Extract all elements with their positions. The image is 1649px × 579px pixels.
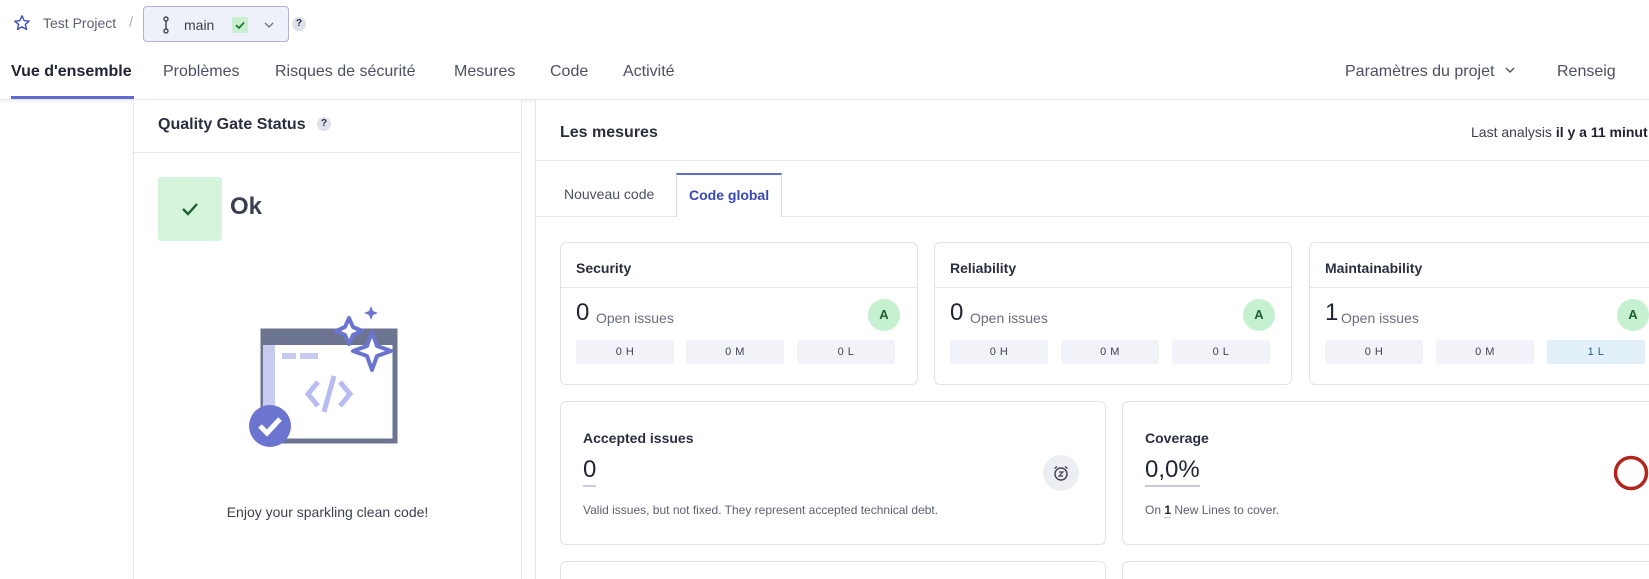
check-icon <box>182 203 198 216</box>
tab-overview[interactable]: Vue d'ensemble <box>11 63 132 81</box>
card-title: Maintainability <box>1325 260 1423 276</box>
branch-selector[interactable]: main <box>143 6 289 42</box>
project-name-link[interactable]: Test Project <box>43 15 116 31</box>
severity-medium[interactable]: 0 M <box>1436 340 1534 364</box>
project-settings-menu[interactable]: Paramètres du projet <box>1345 63 1517 81</box>
severity-medium[interactable]: 0 M <box>686 340 784 364</box>
quality-gate-message: Enjoy your sparkling clean code! <box>226 504 429 520</box>
project-nav: Vue d'ensemble Problèmes Risques de sécu… <box>0 46 1649 100</box>
card-title: Security <box>576 260 632 276</box>
help-icon[interactable]: ? <box>292 17 306 31</box>
divider <box>134 152 521 153</box>
severity-high[interactable]: 0 H <box>576 340 674 364</box>
severity-low[interactable]: 0 L <box>1172 340 1270 364</box>
measures-panel: Les mesures Last analysis il y a 11 minu… <box>535 100 1649 579</box>
card-title: Reliability <box>950 260 1017 276</box>
measures-title: Les mesures <box>560 124 658 141</box>
tab-security-hotspots[interactable]: Risques de sécurité <box>275 63 416 81</box>
quality-gate-title: Quality Gate Status <box>158 116 306 133</box>
tab-code[interactable]: Code <box>550 63 588 81</box>
coverage-description: On 1 New Lines to cover. <box>1145 503 1280 518</box>
tab-new-code[interactable]: Nouveau code <box>564 186 654 202</box>
clock-icon <box>1043 455 1079 491</box>
top-bar: Test Project / main ? <box>0 0 1649 46</box>
open-issues-count[interactable]: 0 <box>576 299 589 327</box>
coverage-ring-icon <box>1613 455 1649 491</box>
quality-gate-status-text: Ok <box>230 193 263 220</box>
open-issues-label: Open issues <box>596 310 674 326</box>
coverage-desc-prefix: On <box>1145 503 1162 517</box>
last-analysis-value: il y a 11 minut <box>1555 124 1648 140</box>
project-settings-label: Paramètres du projet <box>1345 63 1495 80</box>
star-icon[interactable] <box>13 14 31 32</box>
clean-code-illustration <box>249 306 398 447</box>
severity-low[interactable]: 0 L <box>797 340 895 364</box>
open-issues-label: Open issues <box>1341 310 1419 326</box>
severity-high[interactable]: 0 H <box>1325 340 1423 364</box>
tab-overall-code-label: Code global <box>689 187 770 203</box>
card-title: Coverage <box>1145 430 1209 446</box>
security-hotspots-card[interactable] <box>1122 561 1649 579</box>
divider <box>935 287 1291 288</box>
security-card[interactable]: Security 0 Open issues A 0 H 0 M 0 L <box>560 242 918 385</box>
check-icon <box>235 21 245 30</box>
rating-badge[interactable]: A <box>868 299 900 331</box>
tab-issues[interactable]: Problèmes <box>163 63 239 81</box>
reliability-card[interactable]: Reliability 0 Open issues A 0 H 0 M 0 L <box>934 242 1292 385</box>
accepted-issues-description: Valid issues, but not fixed. They repres… <box>583 503 939 517</box>
chevron-down-icon <box>1505 67 1515 73</box>
tab-overall-code[interactable]: Code global <box>676 173 782 217</box>
coverage-lines-count[interactable]: 1 <box>1164 503 1172 518</box>
divider <box>561 287 917 288</box>
coverage-card[interactable]: Coverage 0,0% On 1 New Lines to cover. <box>1122 401 1649 545</box>
card-title: Accepted issues <box>583 430 694 446</box>
help-icon[interactable]: ? <box>317 117 331 131</box>
divider <box>1310 287 1649 288</box>
branch-status-badge <box>232 17 248 33</box>
open-issues-label: Open issues <box>970 310 1048 326</box>
rating-badge[interactable]: A <box>1617 299 1649 331</box>
quality-gate-status-badge <box>158 177 222 241</box>
active-tab-indicator <box>11 96 134 99</box>
rating-badge[interactable]: A <box>1243 299 1275 331</box>
last-analysis-label: Last analysis <box>1471 124 1552 140</box>
branch-name: main <box>184 17 215 33</box>
breadcrumb-separator: / <box>129 14 134 31</box>
last-analysis: Last analysis il y a 11 minut <box>1471 124 1648 140</box>
maintainability-card[interactable]: Maintainability 1 Open issues A 0 H 0 M … <box>1309 242 1649 385</box>
tab-measures[interactable]: Mesures <box>454 63 515 81</box>
severity-medium[interactable]: 0 M <box>1061 340 1159 364</box>
coverage-value[interactable]: 0,0% <box>1145 456 1200 487</box>
severity-low[interactable]: 1 L <box>1547 340 1645 364</box>
branch-icon <box>163 16 169 34</box>
quality-gate-panel: Quality Gate Status ? Ok Enjoy your spar… <box>133 100 522 579</box>
divider <box>536 160 1649 161</box>
project-info-menu[interactable]: Renseig <box>1557 63 1616 81</box>
open-issues-count[interactable]: 0 <box>950 299 963 327</box>
accepted-issues-card[interactable]: Accepted issues 0 Valid issues, but not … <box>560 401 1106 545</box>
accepted-issues-count[interactable]: 0 <box>583 456 597 487</box>
coverage-desc-suffix: New Lines to cover. <box>1174 503 1280 517</box>
duplications-card[interactable] <box>560 561 1106 579</box>
severity-high[interactable]: 0 H <box>950 340 1048 364</box>
tab-activity[interactable]: Activité <box>623 63 675 81</box>
open-issues-count[interactable]: 1 <box>1325 299 1338 327</box>
chevron-down-icon <box>264 22 274 28</box>
